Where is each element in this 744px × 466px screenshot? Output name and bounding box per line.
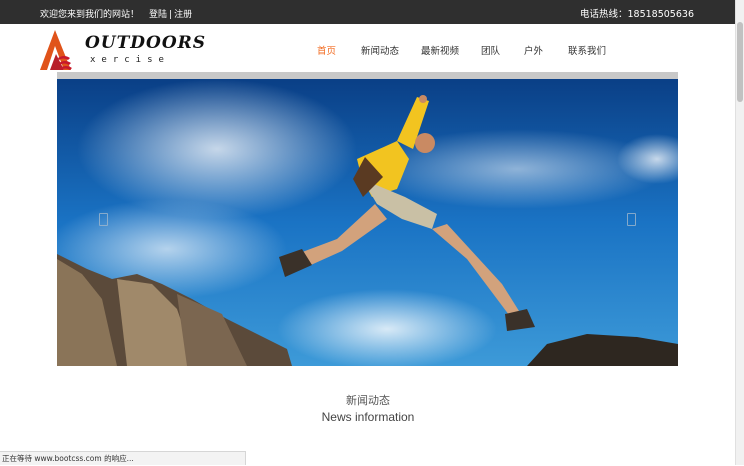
hero-image xyxy=(57,79,678,366)
browser-status-bar: 正在等待 www.bootcss.com 的响应... xyxy=(0,451,246,465)
welcome-text: 欢迎您来到我们的网站！ xyxy=(40,10,140,20)
nav-item-outdoor[interactable]: 户外 xyxy=(524,43,543,57)
section-title-en: News information xyxy=(321,410,415,424)
nav-item-contact[interactable]: 联系我们 xyxy=(568,43,606,57)
nav-item-team[interactable]: 团队 xyxy=(481,43,500,57)
site-logo[interactable]: OUTDOORS xercise xyxy=(38,28,205,72)
logo-mark-icon xyxy=(40,30,72,70)
nav-item-news[interactable]: 新闻动态 xyxy=(361,43,399,57)
carousel-prev-arrow-icon[interactable] xyxy=(99,213,108,226)
register-link[interactable]: 注册 xyxy=(174,10,192,20)
carousel-next-arrow-icon[interactable] xyxy=(627,213,636,226)
scrollbar-thumb[interactable] xyxy=(737,22,743,102)
hero-carousel[interactable] xyxy=(57,72,678,373)
section-title-cn: 新闻动态 xyxy=(346,394,390,407)
site-header: OUTDOORS xercise 首页 新闻动态 最新视频 团队 户外 联系我们 xyxy=(0,24,736,74)
top-bar: 欢迎您来到我们的网站！ 登陆 | 注册 电话热线：18518505636 xyxy=(0,0,736,24)
auth-links: 登陆 | 注册 xyxy=(149,7,192,20)
phone-hotline: 电话热线：18518505636 xyxy=(580,9,694,20)
login-link[interactable]: 登陆 xyxy=(149,10,167,20)
auth-separator: | xyxy=(169,10,173,20)
logo-subtitle: xercise xyxy=(90,55,170,65)
nav-item-videos[interactable]: 最新视频 xyxy=(421,43,459,57)
logo-word: OUTDOORS xyxy=(85,33,207,53)
nav-item-home[interactable]: 首页 xyxy=(317,43,336,57)
page-scrollbar[interactable] xyxy=(735,0,744,465)
